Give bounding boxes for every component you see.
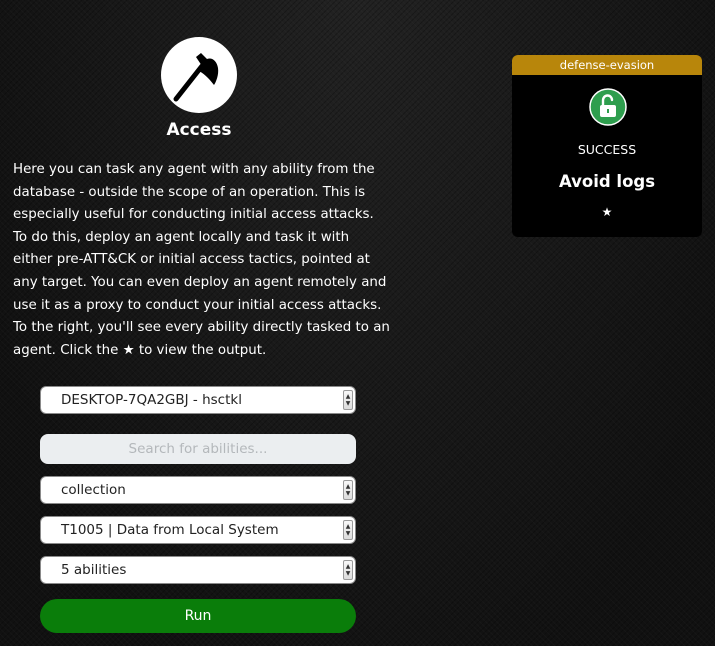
chevron-updown-icon: ▲ ▼ <box>343 560 353 580</box>
tactic-header: defense-evasion <box>512 55 702 75</box>
agent-select-value: DESKTOP-7QA2GBJ - hsctkl <box>61 392 242 408</box>
abilities-select[interactable]: 5 abilities ▲ ▼ <box>40 556 356 584</box>
chevron-updown-icon: ▲ ▼ <box>343 390 353 410</box>
access-logo <box>161 37 237 113</box>
technique-select[interactable]: T1005 | Data from Local System ▲ ▼ <box>40 516 356 544</box>
tactic-select[interactable]: collection ▲ ▼ <box>40 476 356 504</box>
ability-search-input[interactable] <box>40 434 356 464</box>
chevron-updown-icon: ▲ ▼ <box>343 480 353 500</box>
access-panel: Access Here you can task any agent with … <box>0 0 400 646</box>
page-description: Here you can task any agent with any abi… <box>13 162 390 358</box>
tactic-select-value: collection <box>61 482 126 498</box>
page-title: Access <box>166 120 232 140</box>
status-text: SUCCESS <box>577 142 637 157</box>
chevron-updown-icon: ▲ ▼ <box>343 520 353 540</box>
run-button[interactable]: Run <box>40 599 356 633</box>
abilities-select-value: 5 abilities <box>61 562 127 578</box>
view-output-star-icon[interactable]: ★ <box>512 205 702 219</box>
axe-icon <box>173 53 219 102</box>
agent-select[interactable]: DESKTOP-7QA2GBJ - hsctkl ▲ ▼ <box>40 386 356 414</box>
unlock-icon <box>589 88 627 126</box>
ability-name: Avoid logs <box>558 172 656 191</box>
technique-select-value: T1005 | Data from Local System <box>61 522 279 538</box>
ability-result-card: defense-evasion SUCCESS Avoid logs ★ <box>512 55 702 237</box>
